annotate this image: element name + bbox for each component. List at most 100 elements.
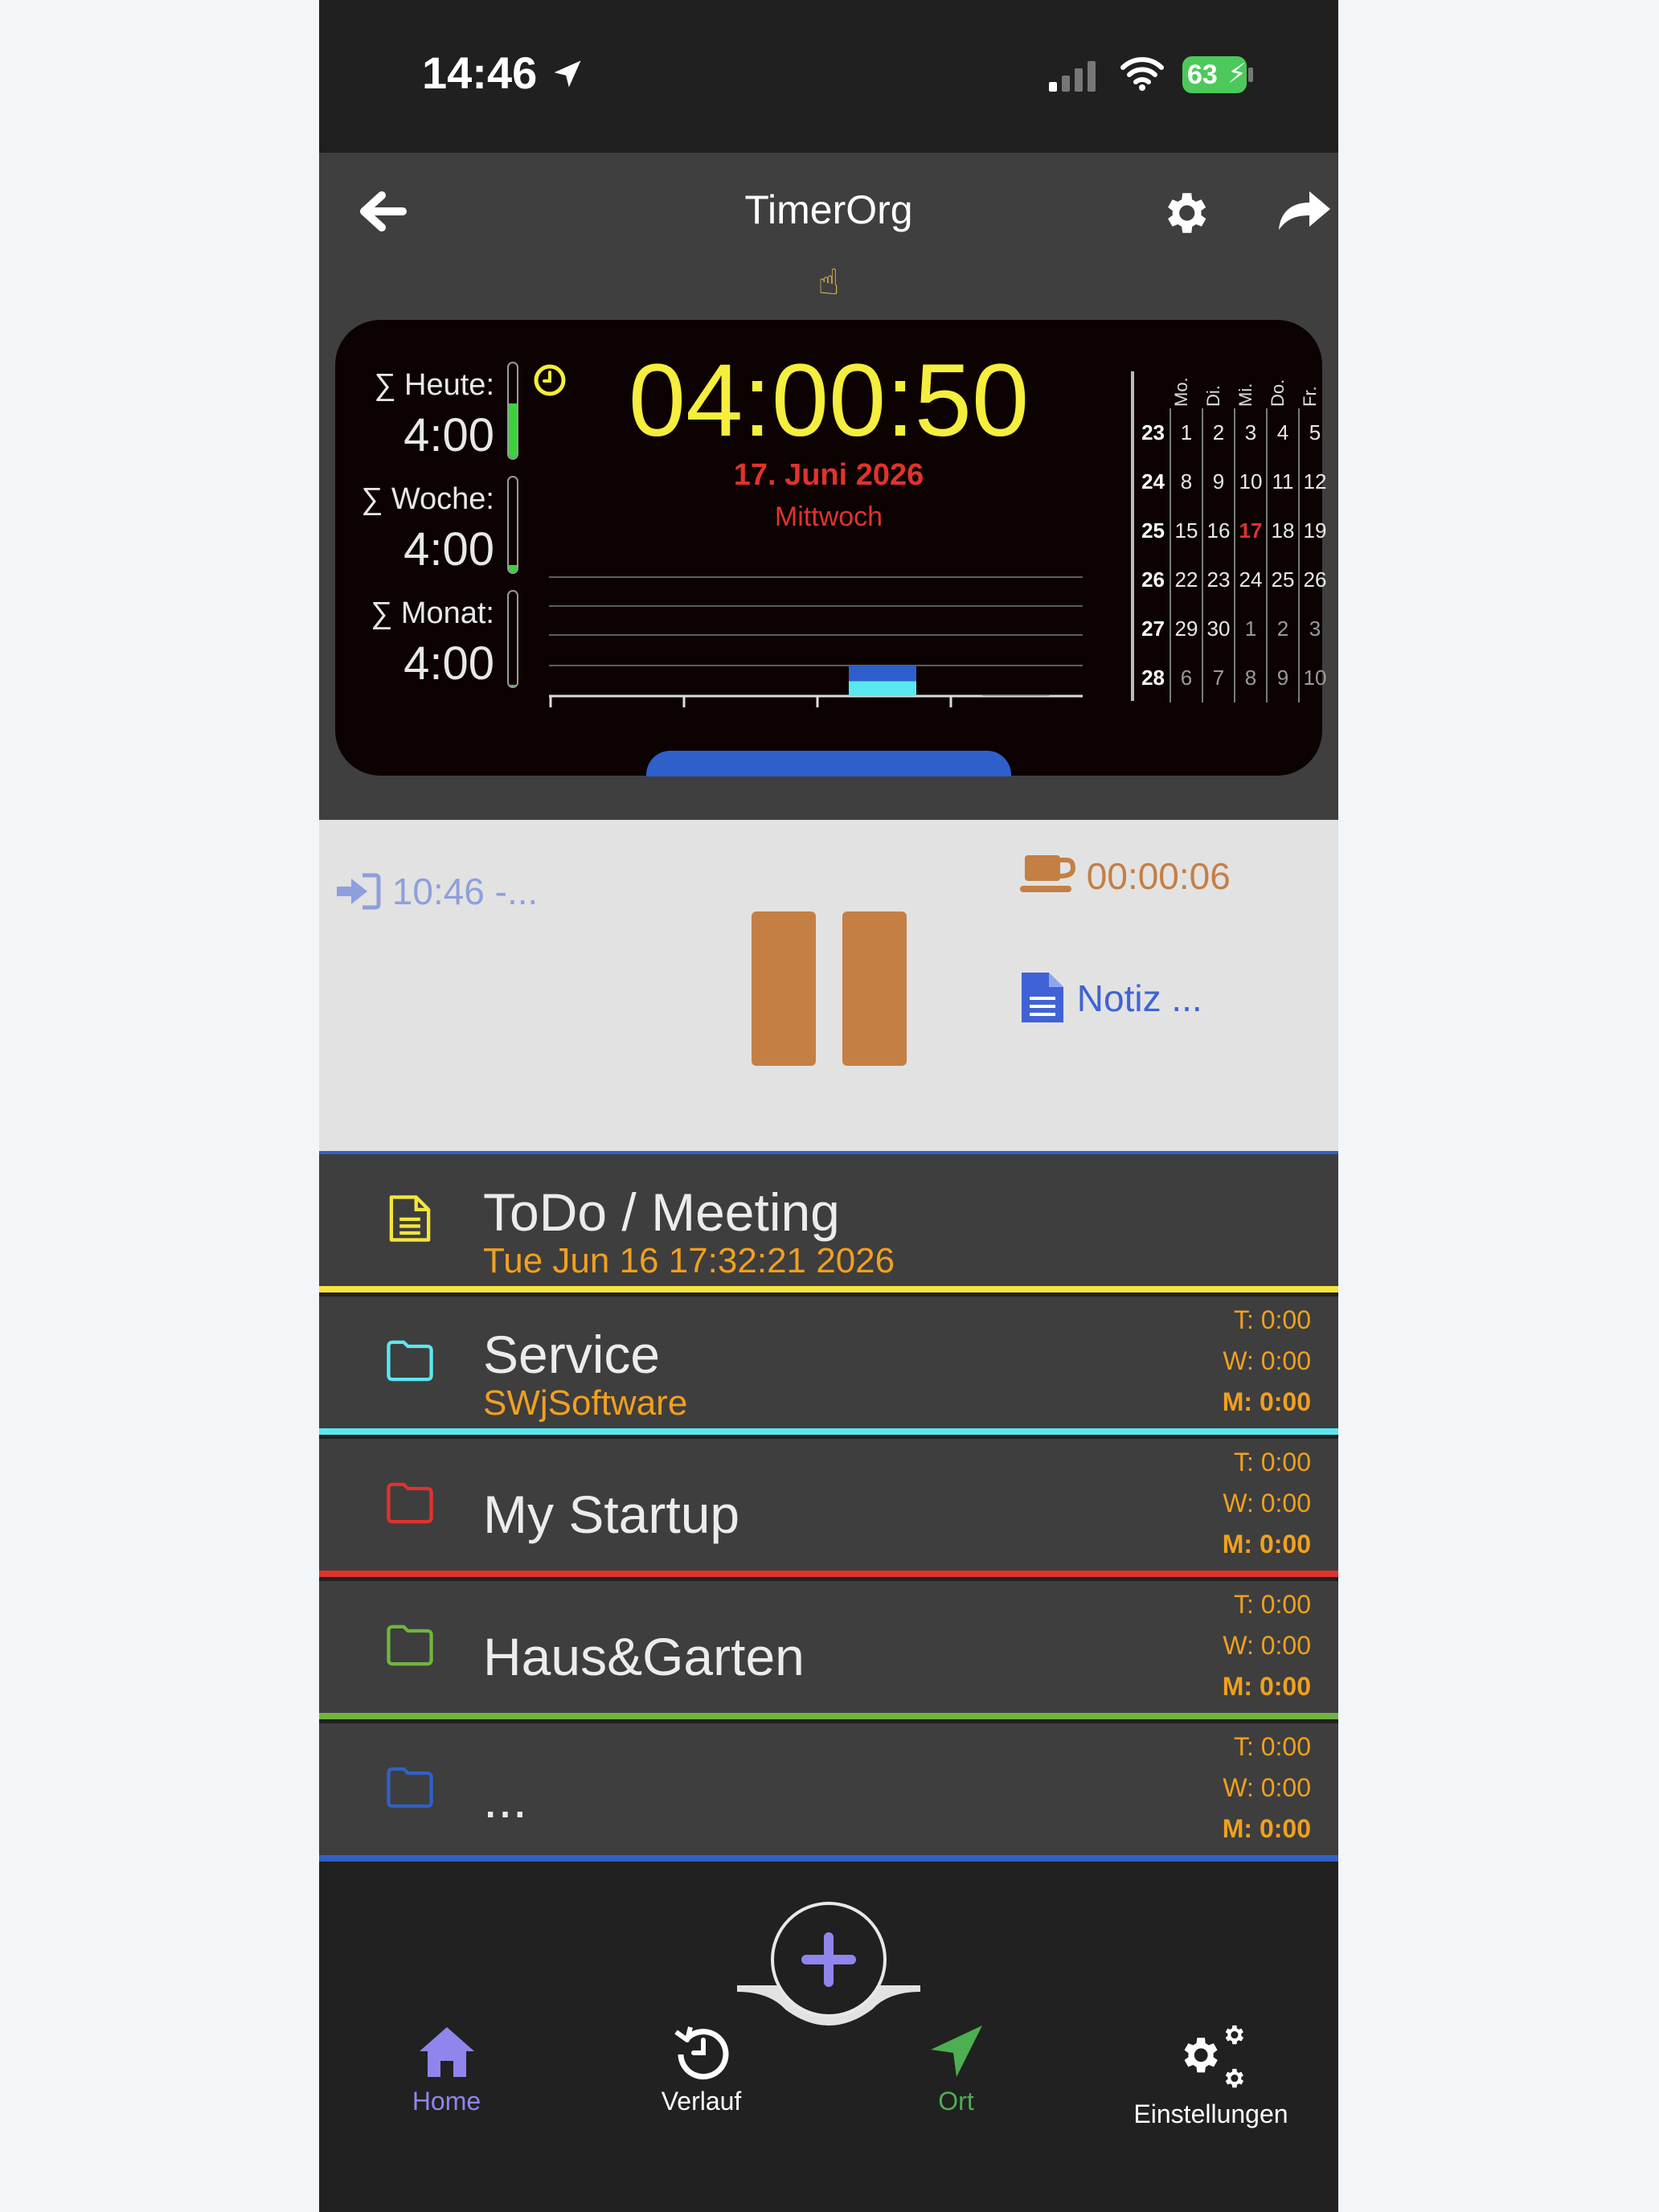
calendar-week-number: 28 [1141, 666, 1165, 690]
gears-icon [1184, 2025, 1243, 2088]
chart-bar-segment [849, 681, 916, 696]
calendar-week-row: 24 8 9 10 11 12 [1131, 457, 1330, 506]
calendar-day[interactable]: 29 [1169, 604, 1202, 653]
project-item[interactable] [319, 1439, 1338, 1571]
break-timer[interactable]: 00:00:06 [1018, 852, 1231, 898]
calendar-weekday-header: Mo. [1171, 377, 1191, 407]
calendar-day[interactable]: 6 [1169, 653, 1202, 703]
add-button[interactable] [771, 1902, 887, 2017]
calendar-day[interactable]: 4 [1266, 408, 1298, 457]
project-stat-month: M: 0:00 [1222, 1387, 1311, 1416]
calendar-week-row: 25 15 16 17 18 19 [1131, 506, 1330, 555]
project-title: ... [483, 1769, 528, 1829]
project-subtitle: SWjSoftware [483, 1383, 688, 1423]
calendar-week-number: 24 [1141, 469, 1165, 494]
project-stats: T: 0:00 W: 0:00 M: 0:00 [1223, 1727, 1311, 1849]
calendar-day[interactable]: 9 [1202, 457, 1234, 506]
project-stats: T: 0:00 W: 0:00 M: 0:00 [1223, 1300, 1311, 1423]
share-icon[interactable] [1272, 183, 1333, 235]
project-stat-week: W: 0:00 [1223, 1346, 1311, 1375]
project-color-underline [319, 1713, 1338, 1719]
calendar-day[interactable]: 3 [1298, 604, 1330, 653]
month-progress-bar [507, 590, 518, 688]
document-icon [389, 1195, 431, 1242]
battery-icon: 63 ⚡ [1182, 56, 1247, 93]
calendar-day[interactable]: 7 [1202, 653, 1234, 703]
pointing-hand-icon: ☝ [817, 263, 840, 302]
tab-home[interactable]: Home [319, 2022, 574, 2116]
calendar-day[interactable]: 12 [1298, 457, 1330, 506]
project-item[interactable] [319, 1296, 1338, 1428]
calendar-day[interactable]: 30 [1202, 604, 1234, 653]
calendar-week-row: 26 22 23 24 25 26 [1131, 555, 1330, 604]
calendar-day[interactable]: 16 [1202, 506, 1234, 555]
calendar-day[interactable]: 3 [1234, 408, 1266, 457]
calendar-week-number: 27 [1141, 616, 1165, 641]
note-document-icon [1022, 973, 1063, 1022]
project-stat-week: W: 0:00 [1223, 1631, 1311, 1660]
location-icon [930, 2026, 982, 2077]
project-color-underline [319, 1428, 1338, 1435]
monthly-chart: MärzApr.MaiJuni [549, 576, 1083, 707]
folder-icon [387, 1340, 433, 1382]
calendar-day[interactable]: 22 [1169, 555, 1202, 604]
project-title: Haus&Garten [483, 1627, 805, 1686]
calendar-day[interactable]: 23 [1202, 555, 1234, 604]
calendar-weekday-header: Do. [1268, 379, 1288, 407]
project-stat-today: T: 0:00 [1233, 1590, 1311, 1619]
signal-icon [1049, 61, 1096, 92]
calendar-day[interactable]: 15 [1169, 506, 1202, 555]
project-stats: T: 0:00 W: 0:00 M: 0:00 [1223, 1584, 1311, 1707]
month-label: ∑ Monat: [371, 596, 494, 630]
calendar-day[interactable]: 25 [1266, 555, 1298, 604]
calendar-weekday-header: Mi. [1235, 383, 1256, 407]
project-item[interactable] [319, 1581, 1338, 1713]
calendar-day[interactable]: 8 [1169, 457, 1202, 506]
calendar-day[interactable]: 1 [1169, 408, 1202, 457]
calendar-day[interactable]: 5 [1298, 408, 1330, 457]
coffee-cup-icon [1020, 855, 1076, 892]
project-stat-today: T: 0:00 [1233, 1732, 1311, 1761]
folder-icon [387, 1482, 433, 1524]
calendar-day[interactable]: 26 [1298, 555, 1330, 604]
calendar-day[interactable]: 24 [1234, 555, 1266, 604]
calendar-week-number: 25 [1141, 518, 1165, 543]
note-button[interactable]: Notiz ... [1018, 971, 1202, 1024]
calendar-day[interactable]: 2 [1266, 604, 1298, 653]
calendar-day[interactable]: 11 [1266, 457, 1298, 506]
calendar-weekday-header: Di. [1203, 385, 1223, 407]
tab-verlauf[interactable]: Verlauf [574, 2022, 829, 2116]
wifi-icon [1120, 57, 1164, 91]
project-stat-today: T: 0:00 [1233, 1305, 1311, 1334]
pause-button[interactable] [752, 911, 908, 1066]
plus-icon [801, 1932, 856, 1987]
calendar-day[interactable]: 18 [1266, 506, 1298, 555]
calendar-day[interactable]: 2 [1202, 408, 1234, 457]
project-title: ToDo / Meeting [483, 1182, 840, 1242]
calendar-day[interactable]: 10 [1298, 653, 1330, 703]
project-stat-month: M: 0:00 [1222, 1530, 1311, 1559]
tab-ort[interactable]: Ort [829, 2022, 1083, 2116]
dashboard-pull-tab[interactable] [646, 751, 1011, 776]
project-color-underline [319, 1571, 1338, 1577]
calendar-week-row: 23 1 2 3 4 5 [1131, 408, 1330, 457]
checkin-time[interactable]: 10:46 -... [334, 870, 538, 913]
project-title: Service [483, 1325, 661, 1384]
history-icon [674, 2026, 728, 2080]
project-item[interactable] [319, 1723, 1338, 1855]
month-value: 4:00 [403, 637, 494, 690]
calendar-header: Mo. Di. Mi. Do. Fr. [1131, 367, 1320, 415]
project-stat-month: M: 0:00 [1222, 1814, 1311, 1843]
project-stat-week: W: 0:00 [1223, 1773, 1311, 1802]
project-stat-week: W: 0:00 [1223, 1489, 1311, 1518]
calendar-day[interactable]: 17 [1234, 506, 1266, 555]
tab-einstellungen[interactable]: Einstellungen [1083, 2022, 1338, 2129]
calendar-grid: 23 1 2 3 4 5 24 8 9 10 11 12 25 15 16 17 18 19 26 22 23 24 25 2… [1131, 408, 1330, 703]
calendar-day[interactable]: 1 [1234, 604, 1266, 653]
calendar-day[interactable]: 19 [1298, 506, 1330, 555]
calendar-day[interactable]: 9 [1266, 653, 1298, 703]
calendar-day[interactable]: 10 [1234, 457, 1266, 506]
gear-icon[interactable] [1158, 186, 1211, 240]
folder-icon [387, 1767, 433, 1809]
calendar-day[interactable]: 8 [1234, 653, 1266, 703]
